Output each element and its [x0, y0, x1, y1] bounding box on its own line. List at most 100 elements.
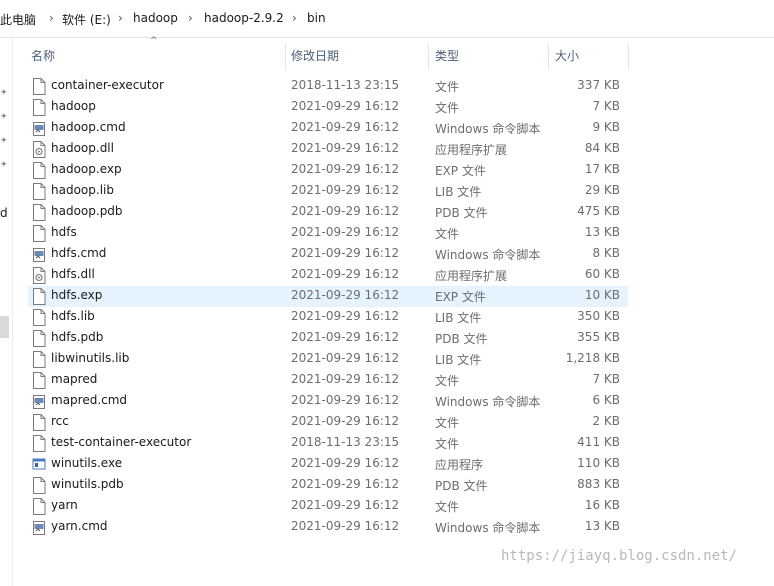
chevron-right-icon[interactable]: › [49, 11, 54, 25]
breadcrumb-hadoop[interactable]: hadoop [133, 11, 178, 25]
file-row[interactable]: hadoop 2021-09-29 16:12 文件 7 KB [28, 97, 628, 118]
pin-icon: ✦ [0, 112, 8, 122]
file-name: hdfs [51, 225, 77, 239]
cmd-script-icon [32, 246, 46, 263]
file-row[interactable]: hadoop.exp 2021-09-29 16:12 EXP 文件 17 KB [28, 160, 628, 181]
file-row[interactable]: mapred.cmd 2021-09-29 16:12 Windows 命令脚本 6 … [28, 391, 628, 412]
file-type: 文件 [435, 101, 460, 115]
file-date: 2018-11-13 23:15 [291, 435, 400, 449]
file-date: 2021-09-29 16:12 [291, 498, 400, 512]
breadcrumb-bin[interactable]: bin [307, 11, 326, 25]
address-bar[interactable]: 此电脑 › 软件 (E:) › hadoop › hadoop-2.9.2 › … [0, 0, 774, 38]
file-size: 60 KB [584, 267, 620, 281]
file-type: Windows 命令脚本 [435, 395, 541, 409]
file-type: 文件 [435, 416, 460, 430]
column-divider[interactable] [428, 44, 429, 70]
navigation-pane[interactable]: ✦ ✦ ✦ ✦ [0, 38, 13, 586]
pin-icon: ✦ [0, 160, 8, 170]
column-header-size[interactable]: 大小 [555, 44, 579, 68]
file-size: 16 KB [584, 498, 620, 512]
file-name: hdfs.cmd [51, 246, 107, 260]
file-type: EXP 文件 [435, 290, 486, 304]
file-row[interactable]: hdfs.pdb 2021-09-29 16:12 PDB 文件 355 KB [28, 328, 628, 349]
file-icon [32, 78, 46, 95]
file-size: 110 KB [577, 456, 620, 470]
file-icon [32, 162, 46, 179]
file-size: 17 KB [584, 162, 620, 176]
nav-item-fragment[interactable]: d [0, 206, 8, 220]
file-name: winutils.exe [51, 456, 123, 470]
file-icon [32, 435, 46, 452]
file-date: 2021-09-29 16:12 [291, 183, 400, 197]
file-type: 应用程序扩展 [435, 269, 508, 283]
file-size: 9 KB [592, 120, 620, 134]
breadcrumb-drive[interactable]: 软件 (E:) [62, 11, 111, 28]
cmd-script-icon [32, 120, 46, 137]
file-type: 应用程序 [435, 458, 484, 472]
file-size: 7 KB [592, 99, 620, 113]
file-name: mapred.cmd [51, 393, 128, 407]
file-date: 2021-09-29 16:12 [291, 351, 400, 365]
file-date: 2021-09-29 16:12 [291, 288, 400, 302]
file-row[interactable]: yarn.cmd 2021-09-29 16:12 Windows 命令脚本 13 K… [28, 517, 628, 538]
file-row[interactable]: hadoop.cmd 2021-09-29 16:12 Windows 命令脚本 9 … [28, 118, 628, 139]
file-row[interactable]: hdfs.cmd 2021-09-29 16:12 Windows 命令脚本 8 KB [28, 244, 628, 265]
file-name: hadoop.pdb [51, 204, 123, 218]
column-divider[interactable] [628, 44, 629, 70]
file-row[interactable]: hdfs.lib 2021-09-29 16:12 LIB 文件 350 KB [28, 307, 628, 328]
file-date: 2021-09-29 16:12 [291, 456, 400, 470]
file-size: 337 KB [577, 78, 620, 92]
chevron-right-icon[interactable]: › [118, 11, 123, 25]
file-size: 1,218 KB [565, 351, 620, 365]
file-icon [32, 477, 46, 494]
file-icon [32, 309, 46, 326]
file-size: 13 KB [584, 225, 620, 239]
file-row[interactable]: winutils.exe 2021-09-29 16:12 应用程序 110 KB [28, 454, 628, 475]
file-type: LIB 文件 [435, 353, 482, 367]
file-row[interactable]: hdfs 2021-09-29 16:12 文件 13 KB [28, 223, 628, 244]
column-header-date[interactable]: 修改日期 [291, 44, 339, 68]
file-date: 2021-09-29 16:12 [291, 204, 400, 218]
column-divider[interactable] [285, 44, 286, 70]
file-name: hdfs.exp [51, 288, 103, 302]
file-row[interactable]: test-container-executor 2018-11-13 23:15 文… [28, 433, 628, 454]
file-type: 文件 [435, 374, 460, 388]
breadcrumb-hadoop-version[interactable]: hadoop-2.9.2 [204, 11, 284, 25]
file-size: 475 KB [577, 204, 620, 218]
chevron-right-icon[interactable]: › [188, 11, 193, 25]
file-row[interactable]: yarn 2021-09-29 16:12 文件 16 KB [28, 496, 628, 517]
file-type: LIB 文件 [435, 185, 482, 199]
file-row[interactable]: mapred 2021-09-29 16:12 文件 7 KB [28, 370, 628, 391]
file-row[interactable]: hadoop.pdb 2021-09-29 16:12 PDB 文件 475 KB [28, 202, 628, 223]
file-date: 2021-09-29 16:12 [291, 330, 400, 344]
file-row[interactable]: hadoop.dll 2021-09-29 16:12 应用程序扩展 84 KB [28, 139, 628, 160]
file-date: 2021-09-29 16:12 [291, 414, 400, 428]
file-icon [32, 225, 46, 242]
file-row[interactable]: libwinutils.lib 2021-09-29 16:12 LIB 文件 1,2… [28, 349, 628, 370]
file-row[interactable]: container-executor 2018-11-13 23:15 文件 337 … [28, 76, 628, 97]
column-divider[interactable] [548, 44, 549, 70]
file-icon [32, 414, 46, 431]
file-type: Windows 命令脚本 [435, 122, 541, 136]
file-size: 13 KB [584, 519, 620, 533]
file-date: 2018-11-13 23:15 [291, 78, 400, 92]
file-row[interactable]: hdfs.exp 2021-09-29 16:12 EXP 文件 10 KB [28, 286, 628, 307]
chevron-right-icon[interactable]: › [292, 11, 297, 25]
breadcrumb-this-pc[interactable]: 此电脑 [0, 11, 36, 28]
file-size: 10 KB [584, 288, 620, 302]
file-type: 文件 [435, 227, 460, 241]
file-row[interactable]: hdfs.dll 2021-09-29 16:12 应用程序扩展 60 KB [28, 265, 628, 286]
file-row[interactable]: rcc 2021-09-29 16:12 文件 2 KB [28, 412, 628, 433]
file-name: libwinutils.lib [51, 351, 130, 365]
column-header-type[interactable]: 类型 [435, 44, 459, 68]
nav-selected-item[interactable] [0, 316, 9, 338]
column-header-name[interactable]: 名称 [31, 44, 55, 68]
cmd-script-icon [32, 393, 46, 410]
file-icon [32, 372, 46, 389]
file-row[interactable]: hadoop.lib 2021-09-29 16:12 LIB 文件 29 KB [28, 181, 628, 202]
dll-icon [32, 141, 46, 158]
file-row[interactable]: winutils.pdb 2021-09-29 16:12 PDB 文件 883 KB [28, 475, 628, 496]
file-date: 2021-09-29 16:12 [291, 477, 400, 491]
pin-icon: ✦ [0, 88, 8, 98]
file-size: 6 KB [592, 393, 620, 407]
